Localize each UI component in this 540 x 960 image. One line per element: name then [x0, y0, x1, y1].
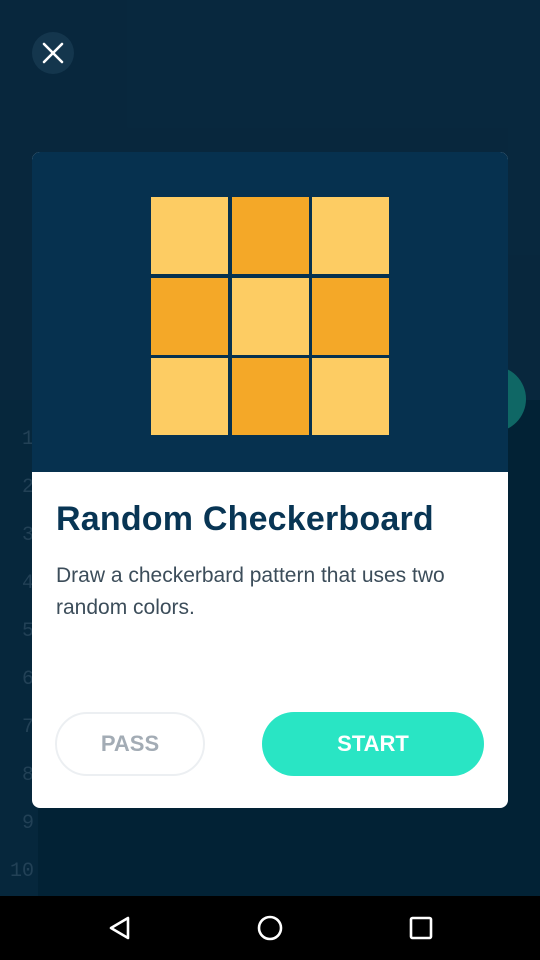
system-navigation-bar — [0, 896, 540, 960]
checkerboard-cell-dark — [231, 358, 309, 435]
modal-description: Draw a checkerbard pattern that uses two… — [56, 564, 445, 619]
checkerboard-cell-light — [231, 277, 309, 355]
checkerboard-cell-light — [312, 197, 389, 274]
checkerboard-cell-light — [151, 197, 228, 274]
checkerboard-cell-light — [151, 358, 228, 435]
close-button[interactable] — [32, 32, 74, 74]
challenge-modal: Random Checkerboard Draw a checkerbard p… — [32, 152, 508, 808]
checkerboard-cell-dark — [231, 197, 309, 274]
checkerboard-cell-dark — [312, 277, 389, 355]
home-circle-icon — [257, 915, 283, 941]
back-button[interactable] — [100, 908, 140, 948]
checkerboard-illustration — [151, 197, 389, 435]
pass-button[interactable]: PASS — [55, 712, 205, 776]
checkerboard-cell-light — [312, 358, 389, 435]
recents-button[interactable] — [401, 908, 441, 948]
close-icon — [42, 42, 64, 64]
recents-square-icon — [409, 916, 433, 940]
back-triangle-icon — [109, 916, 130, 940]
home-button[interactable] — [250, 908, 290, 948]
start-button[interactable]: START — [262, 712, 484, 776]
modal-title: Random Checkerboard — [56, 500, 434, 538]
modal-hero — [32, 152, 508, 472]
checkerboard-cell-dark — [151, 277, 228, 355]
